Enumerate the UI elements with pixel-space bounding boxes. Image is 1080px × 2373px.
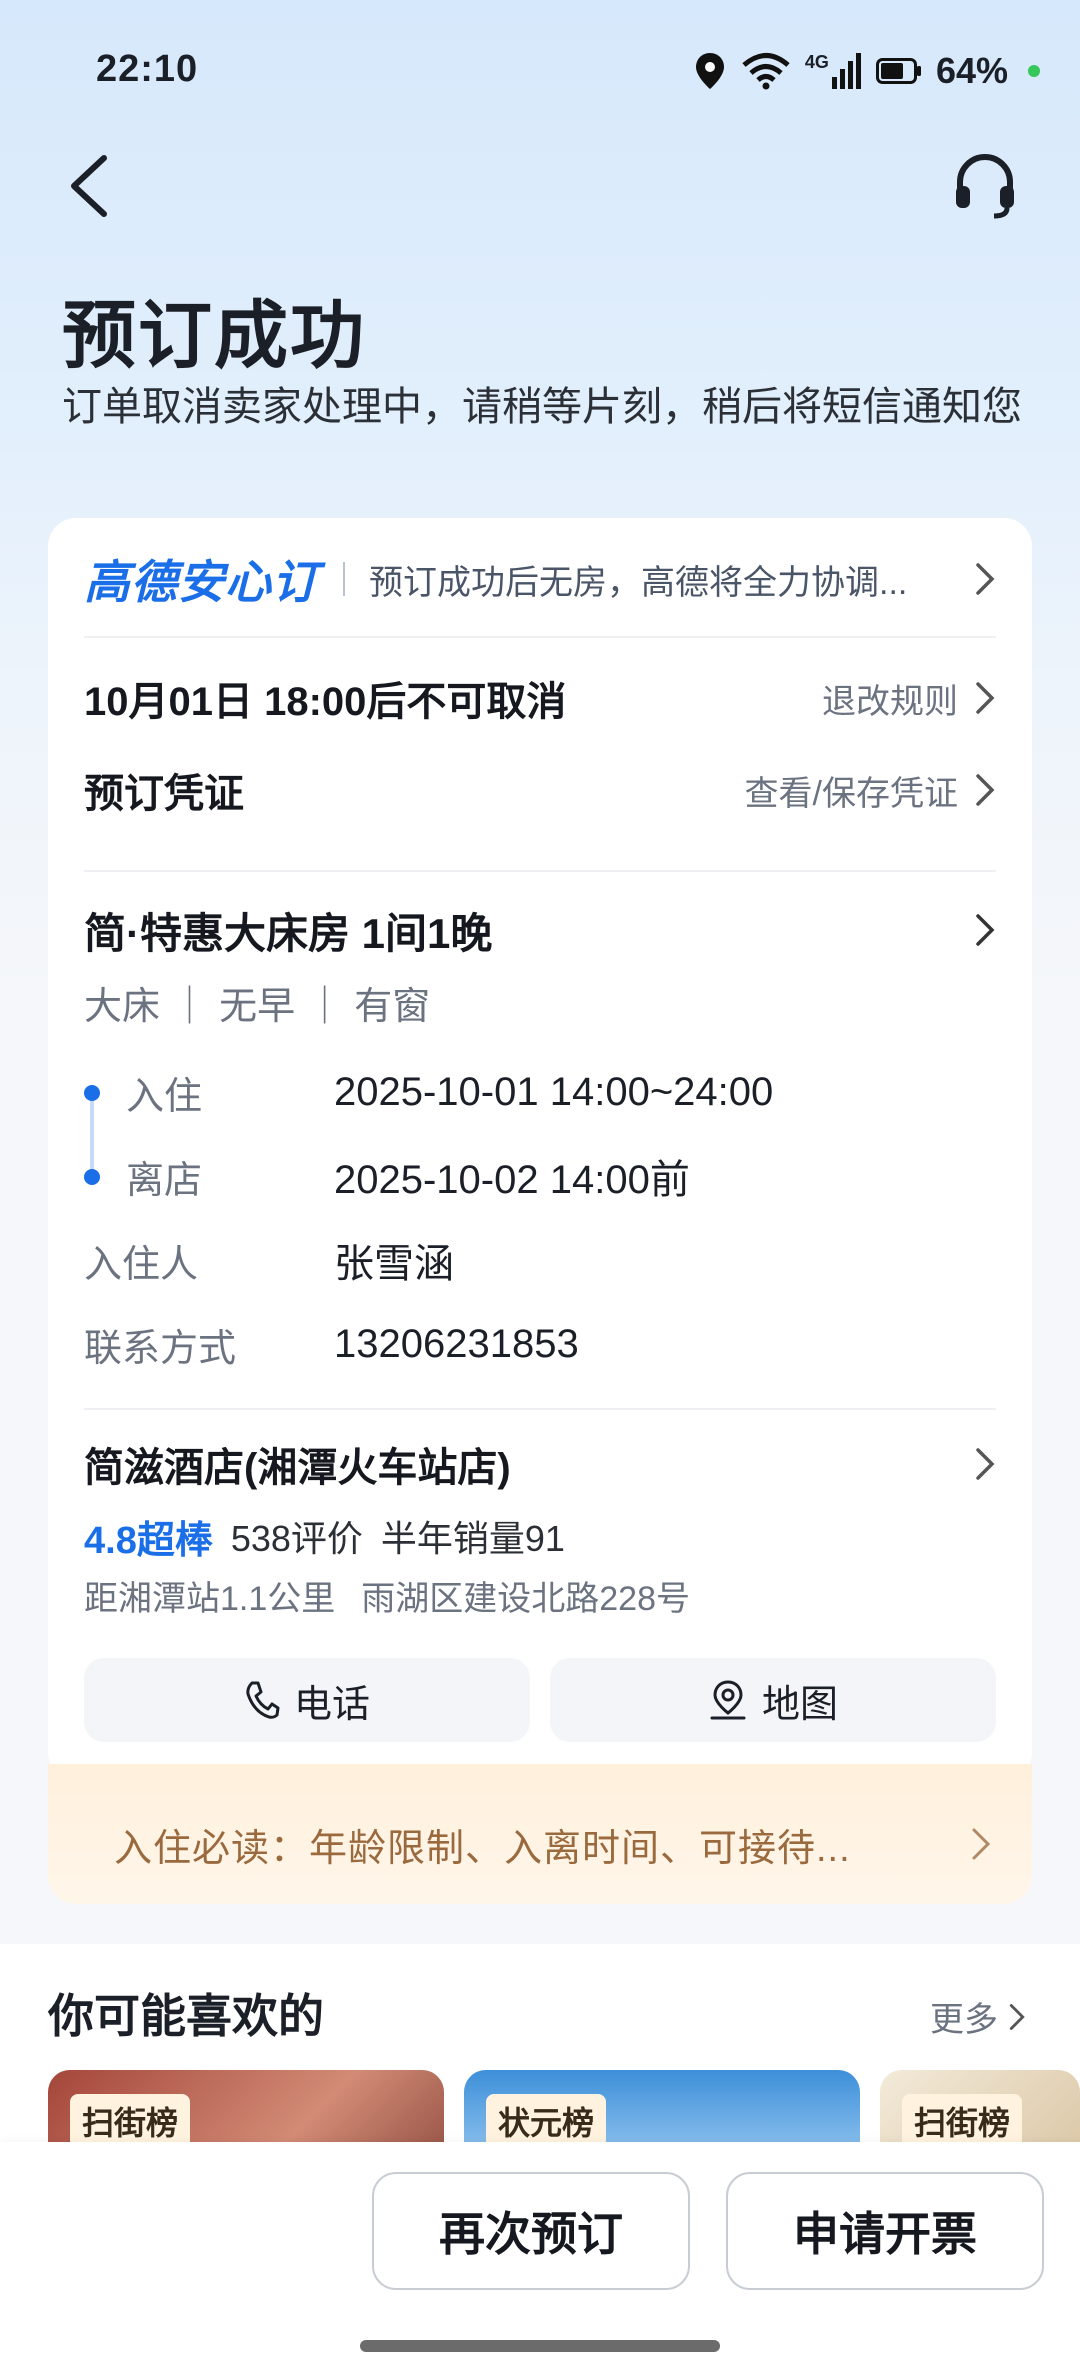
checkout-row: 离店 2025-10-02 14:00前 xyxy=(84,1148,996,1204)
room-title-row[interactable]: 简·特惠大床房 1间1晚 xyxy=(84,898,996,962)
chevron-right-icon xyxy=(976,774,995,806)
checkout-value: 2025-10-02 14:00前 xyxy=(334,1158,690,1202)
battery-percent: 64% xyxy=(935,50,1008,91)
phone-button-label: 电话 xyxy=(293,1683,370,1726)
rebook-button[interactable]: 再次预订 xyxy=(372,2172,690,2290)
assurance-separator xyxy=(343,562,345,596)
chevron-right-icon xyxy=(976,914,995,946)
assurance-row[interactable]: 高德安心订 预订成功后无房，高德将全力协调... xyxy=(84,544,996,614)
cancel-policy-row[interactable]: 10月01日 18:00后不可取消 退改规则 xyxy=(84,668,996,728)
map-button[interactable]: 地图 xyxy=(550,1658,996,1742)
wifi-icon xyxy=(742,53,790,90)
checkin-notice-text: 入住必读：年龄限制、入离时间、可接待... xyxy=(114,1827,851,1870)
guest-label: 入住人 xyxy=(84,1243,199,1286)
divider xyxy=(84,1408,996,1410)
hotel-name: 简滋酒店(湘潭火车站店) xyxy=(84,1446,511,1490)
voucher-row[interactable]: 预订凭证 查看/保存凭证 xyxy=(84,760,996,820)
headset-icon xyxy=(956,154,1014,219)
page-subtitle: 订单取消卖家处理中，请稍等片刻，稍后将短信通知您 xyxy=(62,385,1022,429)
checkout-label: 离店 xyxy=(126,1159,203,1202)
chevron-right-icon xyxy=(976,563,995,595)
room-title: 简·特惠大床房 1间1晚 xyxy=(84,909,493,957)
recommend-card-tag: 状元榜 xyxy=(486,2094,607,2148)
status-bar: 22:10 4G 64% xyxy=(0,0,1080,140)
checkin-row: 入住 2025-10-01 14:00~24:00 xyxy=(84,1064,996,1120)
network-4g-icon: 4G xyxy=(805,53,862,89)
phone-icon xyxy=(246,1681,280,1719)
chevron-right-icon xyxy=(972,1828,991,1860)
more-link[interactable]: 更多 xyxy=(930,1992,1026,2041)
page-title: 预订成功 xyxy=(62,294,366,377)
contact-row: 联系方式 13206231853 xyxy=(84,1316,996,1372)
back-button[interactable] xyxy=(60,150,120,220)
chevron-right-icon xyxy=(976,1448,995,1480)
home-indicator[interactable] xyxy=(360,2340,720,2352)
assurance-brand: 高德安心订 xyxy=(84,556,319,608)
signal-icon xyxy=(831,53,861,89)
location-icon xyxy=(695,53,724,89)
refund-rules-link: 退改规则 xyxy=(822,682,958,721)
recommend-card-tag: 扫街榜 xyxy=(902,2094,1023,2148)
map-button-label: 地图 xyxy=(761,1683,838,1726)
hotel-distance: 距湘潭站1.1公里 xyxy=(84,1579,336,1618)
checkin-value: 2025-10-01 14:00~24:00 xyxy=(334,1069,774,1114)
assurance-desc: 预订成功后无房，高德将全力协调... xyxy=(369,563,908,602)
more-label: 更多 xyxy=(930,2001,998,2039)
divider xyxy=(84,870,996,872)
cancel-policy-text: 10月01日 18:00后不可取消 xyxy=(84,680,567,724)
bottom-action-bar: 再次预订 申请开票 xyxy=(0,2142,1080,2373)
hotel-address: 雨湖区建设北路228号 xyxy=(361,1579,690,1618)
hotel-name-row[interactable]: 简滋酒店(湘潭火车站店) xyxy=(84,1432,996,1496)
battery-icon xyxy=(875,58,921,84)
customer-service-button[interactable] xyxy=(950,150,1020,220)
guest-row: 入住人 张雪涵 xyxy=(84,1232,996,1288)
invoice-button[interactable]: 申请开票 xyxy=(726,2172,1044,2290)
recommend-card-tag: 扫街榜 xyxy=(70,2094,191,2148)
hotel-reviews: 538评价 xyxy=(230,1518,363,1559)
phone-button[interactable]: 电话 xyxy=(84,1658,530,1742)
hotel-score: 4.8超棒 xyxy=(84,1519,213,1562)
recommendations-title: 你可能喜欢的 xyxy=(48,1990,324,2042)
voucher-link: 查看/保存凭证 xyxy=(744,774,958,813)
status-time: 22:10 xyxy=(96,48,199,90)
divider xyxy=(84,636,996,638)
contact-value: 13206231853 xyxy=(334,1321,579,1366)
hotel-address-row: 距湘潭站1.1公里 雨湖区建设北路228号 xyxy=(84,1570,996,1620)
back-arrow-icon xyxy=(71,155,107,217)
map-pin-icon xyxy=(710,1680,746,1720)
status-icons: 4G 64% xyxy=(693,50,1040,92)
checkin-notice[interactable]: 入住必读：年龄限制、入离时间、可接待... xyxy=(48,1764,1032,1904)
voucher-label: 预订凭证 xyxy=(84,772,244,816)
chevron-right-icon xyxy=(1009,2003,1025,2030)
contact-label: 联系方式 xyxy=(84,1327,237,1370)
network-type: 4G xyxy=(804,52,829,72)
privacy-indicator-dot xyxy=(1028,65,1040,77)
room-tags-row: 大床 ｜ 无早 ｜ 有窗 xyxy=(84,974,996,1030)
hotel-sales: 半年销量91 xyxy=(380,1518,565,1559)
room-tags: 大床 ｜ 无早 ｜ 有窗 xyxy=(84,985,431,1028)
guest-value: 张雪涵 xyxy=(334,1242,454,1286)
checkin-label: 入住 xyxy=(126,1075,203,1118)
hotel-rating-row: 4.8超棒 538评价 半年销量91 xyxy=(84,1508,996,1564)
chevron-right-icon xyxy=(976,682,995,714)
order-card: 高德安心订 预订成功后无房，高德将全力协调... 10月01日 18:00后不可… xyxy=(48,518,1032,1780)
